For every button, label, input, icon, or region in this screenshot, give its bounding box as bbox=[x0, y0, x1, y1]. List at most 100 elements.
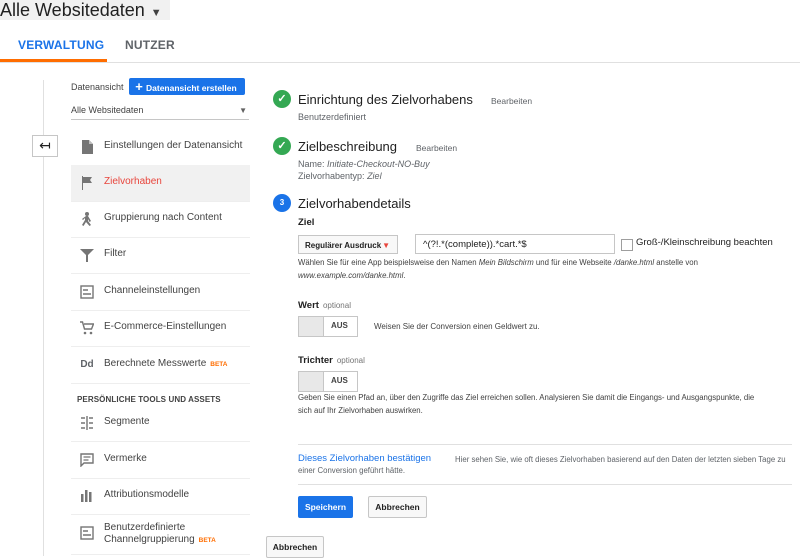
sidebar-item-segments[interactable]: Segmente bbox=[71, 405, 250, 442]
sidebar-item-label: Gruppierung nach Content bbox=[104, 212, 222, 223]
divider bbox=[298, 484, 792, 485]
sidebar-item-content-grouping[interactable]: Gruppierung nach Content bbox=[71, 201, 250, 238]
sidebar-item-label: Zielvorhaben bbox=[104, 176, 162, 187]
segments-icon bbox=[79, 416, 95, 430]
funnel-desc-line2: sich auf Ihr Zielvorhaben auswirken. bbox=[298, 406, 423, 415]
view-dropdown[interactable]: Alle Websitedaten ▼ bbox=[71, 103, 249, 120]
sidebar-item-goals[interactable]: Zielvorhaben bbox=[71, 165, 250, 202]
goal-type-label: Zielvorhabentyp: bbox=[298, 171, 365, 181]
cancel-button[interactable]: Abbrechen bbox=[368, 496, 427, 518]
caret-down-icon: ▼ bbox=[382, 241, 390, 250]
sidebar-item-custom-channel-grouping[interactable]: Benutzerdefinierte Channelgruppierung BETA bbox=[71, 514, 250, 555]
divider bbox=[298, 444, 792, 445]
value-toggle[interactable]: AUS bbox=[298, 316, 358, 337]
help-text-part: und für eine Webseite bbox=[533, 258, 614, 267]
view-selector[interactable]: Alle Websitedaten ▼ bbox=[0, 0, 170, 20]
goal-name-label: Name: bbox=[298, 159, 325, 169]
check-icon: ✓ bbox=[273, 90, 291, 108]
bar-chart-icon bbox=[79, 489, 95, 503]
goal-help-text: Wählen Sie für eine App beispielsweise d… bbox=[298, 256, 698, 282]
view-selector-label: Alle Websitedaten bbox=[0, 0, 145, 20]
sidebar-item-ecommerce[interactable]: E-Commerce-Einstellungen bbox=[71, 310, 250, 347]
beta-badge: BETA bbox=[198, 537, 216, 544]
sidebar-item-label: Berechnete Messwerte BETA bbox=[104, 358, 228, 369]
value-optional: optional bbox=[322, 301, 351, 310]
dd-icon: Dd bbox=[80, 359, 94, 370]
value-description: Weisen Sie der Conversion einen Geldwert… bbox=[374, 322, 540, 331]
edit-setup-link[interactable]: Bearbeiten bbox=[491, 96, 532, 106]
sidebar-item-label: E-Commerce-Einstellungen bbox=[104, 321, 227, 332]
help-text-app: Mein Bildschirm bbox=[478, 258, 534, 267]
sidebar-item-channel-settings[interactable]: Channeleinstellungen bbox=[71, 274, 250, 311]
cart-icon bbox=[79, 321, 95, 335]
flag-icon bbox=[79, 176, 95, 190]
tab-verwaltung[interactable]: VERWALTUNG bbox=[18, 38, 104, 52]
step-details-title: Zielvorhabendetails bbox=[298, 196, 411, 211]
view-dropdown-value: Alle Websitedaten bbox=[71, 105, 144, 115]
funnel-optional: optional bbox=[336, 356, 365, 365]
funnel-icon bbox=[79, 248, 95, 262]
person-walk-icon bbox=[79, 212, 95, 226]
goal-label: Ziel bbox=[298, 217, 315, 228]
match-type-value: Regulärer Ausdruck bbox=[305, 241, 382, 250]
sidebar-item-label: Benutzerdefinierte Channelgruppierung BETA bbox=[104, 522, 216, 547]
help-text-page: /danke.html bbox=[613, 258, 655, 267]
section-heading: PERSÖNLICHE TOOLS UND ASSETS bbox=[77, 395, 221, 404]
sidebar-item-label: Filter bbox=[104, 248, 127, 259]
sidebar-item-annotations[interactable]: Vermerke bbox=[71, 442, 250, 479]
value-toggle-label: AUS bbox=[331, 321, 348, 330]
cancel-bottom-button[interactable]: Abbrechen bbox=[266, 536, 324, 558]
sidebar-item-view-settings[interactable]: Einstellungen der Datenansicht bbox=[71, 129, 250, 166]
document-icon bbox=[79, 140, 95, 154]
toggle-knob bbox=[299, 372, 324, 391]
sidebar-item-text-line1: Benutzerdefinierte bbox=[104, 522, 186, 533]
sidebar-item-label: Attributionsmodelle bbox=[104, 489, 190, 500]
value-label-text: Wert bbox=[298, 300, 319, 311]
sidebar-item-filter[interactable]: Filter bbox=[71, 237, 250, 274]
check-icon: ✓ bbox=[273, 137, 291, 155]
plus-icon: + bbox=[135, 79, 143, 94]
step-description-title: Zielbeschreibung bbox=[298, 139, 398, 154]
verify-goal-link[interactable]: Dieses Zielvorhaben bestätigen bbox=[298, 453, 431, 464]
step-setup-value: Benutzerdefiniert bbox=[298, 112, 367, 122]
sidebar-item-calculated-metrics[interactable]: Dd Berechnete Messwerte BETA bbox=[71, 347, 250, 384]
funnel-desc-line1: Geben Sie einen Pfad an, über den Zugrif… bbox=[298, 393, 755, 402]
case-sensitive-label: Groß-/Kleinschreibung beachten bbox=[636, 237, 773, 248]
sidebar-item-text: Berechnete Messwerte bbox=[104, 358, 207, 369]
active-tab-indicator bbox=[0, 59, 107, 62]
help-text-example: www.example.com/danke.html bbox=[298, 271, 404, 280]
goal-name: Name: Initiate-Checkout-NO-Buy bbox=[298, 159, 430, 169]
sidebar-item-label: Channeleinstellungen bbox=[104, 285, 201, 296]
create-view-button[interactable]: + Datenansicht erstellen bbox=[129, 78, 245, 95]
caret-down-icon: ▼ bbox=[150, 7, 162, 19]
edit-description-link[interactable]: Bearbeiten bbox=[416, 143, 457, 153]
help-text-part: anstelle von bbox=[654, 258, 698, 267]
sidebar-item-label: Segmente bbox=[104, 416, 150, 427]
funnel-toggle-label: AUS bbox=[331, 376, 348, 385]
back-arrow-icon[interactable]: ↤ bbox=[32, 135, 58, 157]
create-view-label: Datenansicht erstellen bbox=[146, 83, 237, 93]
sidebar-item-label: Einstellungen der Datenansicht bbox=[104, 140, 243, 151]
save-button[interactable]: Speichern bbox=[298, 496, 353, 518]
channel-settings-icon bbox=[79, 285, 95, 299]
toggle-knob bbox=[299, 317, 324, 336]
funnel-label: Trichter optional bbox=[298, 355, 365, 366]
help-text-part: . bbox=[403, 271, 406, 280]
comment-icon bbox=[79, 453, 95, 468]
beta-badge: BETA bbox=[210, 361, 228, 368]
tab-nutzer[interactable]: NUTZER bbox=[125, 38, 175, 52]
step-setup-title: Einrichtung des Zielvorhabens bbox=[298, 92, 473, 107]
help-text-part: Wählen Sie für eine App beispielsweise d… bbox=[298, 258, 479, 267]
case-sensitive-checkbox[interactable] bbox=[621, 239, 633, 251]
sidebar-item-text-line2: Channelgruppierung bbox=[104, 534, 195, 545]
step-number-badge: 3 bbox=[273, 194, 291, 212]
match-type-dropdown[interactable]: Regulärer Ausdruck ▼ bbox=[298, 235, 398, 254]
funnel-label-text: Trichter bbox=[298, 355, 333, 366]
funnel-description: Geben Sie einen Pfad an, über den Zugrif… bbox=[298, 391, 754, 417]
goal-type: Zielvorhabentyp: Ziel bbox=[298, 171, 382, 181]
sidebar-item-label: Vermerke bbox=[104, 453, 147, 464]
sidebar-item-attribution-models[interactable]: Attributionsmodelle bbox=[71, 478, 250, 515]
funnel-toggle[interactable]: AUS bbox=[298, 371, 358, 392]
top-bar: Alle Websitedaten ▼ VERWALTUNG NUTZER bbox=[0, 0, 800, 63]
regex-input[interactable]: ^(?!.*(complete)).*cart.*$ bbox=[415, 234, 615, 254]
